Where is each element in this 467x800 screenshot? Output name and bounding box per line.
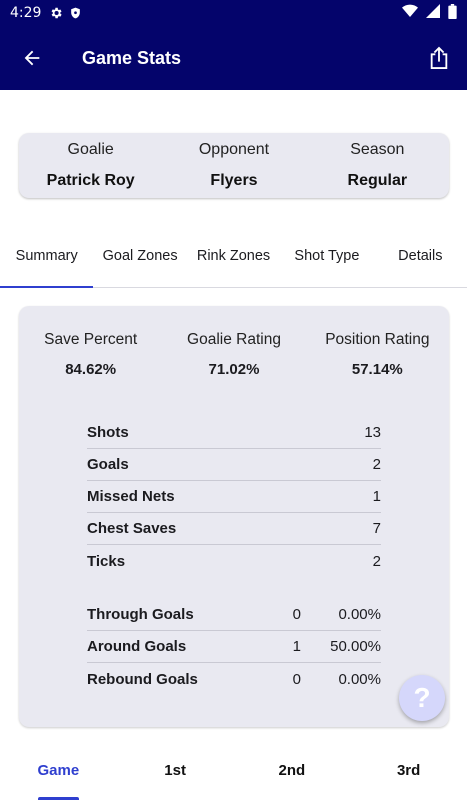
table-row: Missed Nets 1 (87, 481, 381, 513)
stat-name: Chest Saves (87, 520, 177, 537)
metrics-row: Save Percent 84.62% Goalie Rating 71.02%… (19, 306, 449, 378)
stat-value: 13 (364, 424, 381, 441)
goalie-rating-metric: Goalie Rating 71.02% (162, 331, 305, 378)
goal-type-percent: 0.00% (338, 670, 381, 688)
goal-type-percent: 0.00% (338, 606, 381, 623)
goal-type-name: Around Goals (87, 638, 187, 655)
period-tabs: Game 1st 2nd 3rd (0, 745, 467, 800)
goal-type-count: 1 (292, 638, 301, 655)
share-button[interactable] (411, 26, 467, 90)
goal-types-table: Through Goals 0 0.00% Around Goals 1 50.… (87, 599, 381, 695)
opponent-info: Opponent Flyers (162, 133, 305, 198)
save-percent-metric: Save Percent 84.62% (19, 331, 162, 378)
metric-value: 57.14% (351, 361, 403, 378)
stat-value: 2 (372, 456, 381, 473)
goal-type-percent: 50.00% (330, 638, 381, 655)
tab-summary[interactable]: Summary (0, 236, 94, 288)
tab-goal-zones[interactable]: Goal Zones (93, 236, 186, 287)
wifi-icon (402, 4, 418, 22)
question-mark-icon: ? (413, 682, 431, 713)
tab-2nd[interactable]: 2nd (234, 745, 351, 800)
metric-label: Position Rating (325, 331, 430, 348)
tab-rink-zones[interactable]: Rink Zones (187, 236, 280, 287)
help-button[interactable]: ? (399, 675, 445, 721)
season-value: Regular (347, 172, 408, 189)
metric-label: Save Percent (44, 331, 138, 348)
table-row: Goals 2 (87, 449, 381, 481)
summary-card: Save Percent 84.62% Goalie Rating 71.02%… (19, 306, 449, 727)
app-bar: Game Stats (0, 26, 467, 90)
goalie-value: Patrick Roy (46, 172, 135, 189)
tab-1st[interactable]: 1st (117, 745, 234, 800)
game-info-card: Goalie Patrick Roy Opponent Flyers Seaso… (19, 133, 449, 198)
season-label: Season (350, 141, 405, 158)
stat-value: 1 (372, 488, 381, 505)
signal-icon (426, 4, 440, 22)
stat-name: Ticks (87, 552, 126, 570)
goalie-info: Goalie Patrick Roy (19, 133, 162, 198)
goal-type-count: 0 (292, 670, 301, 688)
stat-value: 2 (372, 552, 381, 570)
stats-table: Shots 13 Goals 2 Missed Nets 1 Chest Sav… (87, 417, 381, 577)
goalie-label: Goalie (67, 141, 114, 158)
table-row: Through Goals 0 0.00% (87, 599, 381, 631)
stat-name: Shots (87, 424, 129, 441)
metric-label: Goalie Rating (187, 331, 281, 348)
table-row: Ticks 2 (87, 545, 381, 577)
gear-icon (49, 6, 63, 20)
stat-name: Goals (87, 456, 129, 473)
opponent-value: Flyers (210, 172, 258, 189)
tab-game[interactable]: Game (0, 745, 117, 800)
stat-name: Missed Nets (87, 488, 175, 505)
battery-icon (448, 3, 457, 23)
tab-details[interactable]: Details (374, 236, 467, 287)
metric-value: 71.02% (208, 361, 260, 378)
tab-3rd[interactable]: 3rd (350, 745, 467, 800)
metric-value: 84.62% (65, 361, 117, 378)
stats-tabs: Summary Goal Zones Rink Zones Shot Type … (0, 236, 467, 288)
goal-type-count: 0 (292, 606, 301, 623)
position-rating-metric: Position Rating 57.14% (306, 331, 449, 378)
back-button[interactable] (0, 26, 64, 90)
table-row: Around Goals 1 50.00% (87, 631, 381, 663)
stat-value: 7 (372, 520, 381, 537)
status-time: 4:29 (10, 5, 42, 21)
share-icon (430, 46, 448, 69)
shield-icon (69, 6, 82, 20)
opponent-label: Opponent (198, 141, 270, 158)
goal-type-name: Rebound Goals (87, 670, 198, 688)
tab-shot-type[interactable]: Shot Type (280, 236, 373, 287)
back-arrow-icon (24, 50, 40, 66)
page-title: Game Stats (82, 47, 182, 68)
table-row: Rebound Goals 0 0.00% (87, 663, 381, 695)
season-info: Season Regular (306, 133, 449, 198)
goal-type-name: Through Goals (87, 606, 194, 623)
table-row: Chest Saves 7 (87, 513, 381, 545)
table-row: Shots 13 (87, 417, 381, 449)
status-bar: 4:29 (0, 0, 467, 26)
